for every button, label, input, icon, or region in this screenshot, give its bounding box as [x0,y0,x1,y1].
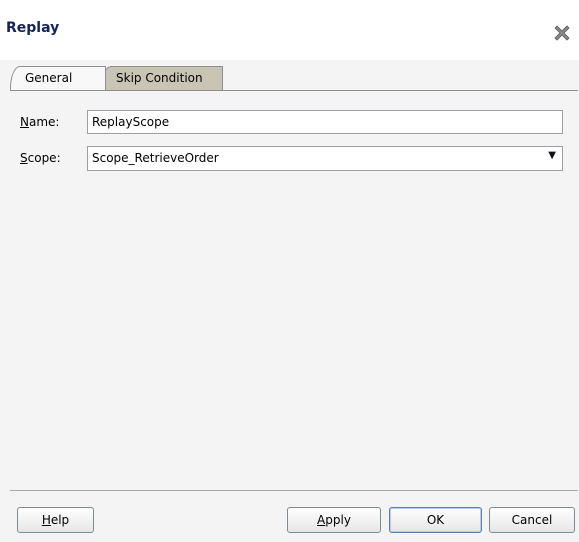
scope-select-value: Scope_RetrieveOrder [92,151,219,165]
tab-general[interactable]: General [10,66,106,91]
scope-label-mnemonic: S [20,151,28,165]
help-label: elp [50,513,70,527]
name-input[interactable] [87,110,563,134]
scope-select[interactable]: Scope_RetrieveOrder ▼ [87,146,563,171]
ok-button[interactable]: OK [389,507,482,533]
apply-label: pply [325,513,351,527]
close-icon[interactable] [552,23,572,43]
name-label-mnemonic: N [20,115,29,129]
name-label: Name: [20,115,59,129]
apply-button[interactable]: Apply [287,507,381,533]
chevron-down-icon[interactable]: ▼ [548,150,556,161]
scope-label-text: cope: [27,151,61,165]
replay-dialog: Replay Skip Condition General Name: Scop… [0,0,579,542]
scope-label: Scope: [20,151,61,165]
help-button[interactable]: Help [17,507,94,533]
name-label-text: ame: [28,115,60,129]
cancel-button[interactable]: Cancel [489,507,575,533]
help-mnemonic: H [41,513,51,527]
footer-divider [10,490,578,491]
tab-divider [10,90,578,91]
tab-skip-condition[interactable]: Skip Condition [101,66,223,90]
dialog-title: Replay [6,20,60,36]
dialog-titlebar: Replay [0,0,579,60]
